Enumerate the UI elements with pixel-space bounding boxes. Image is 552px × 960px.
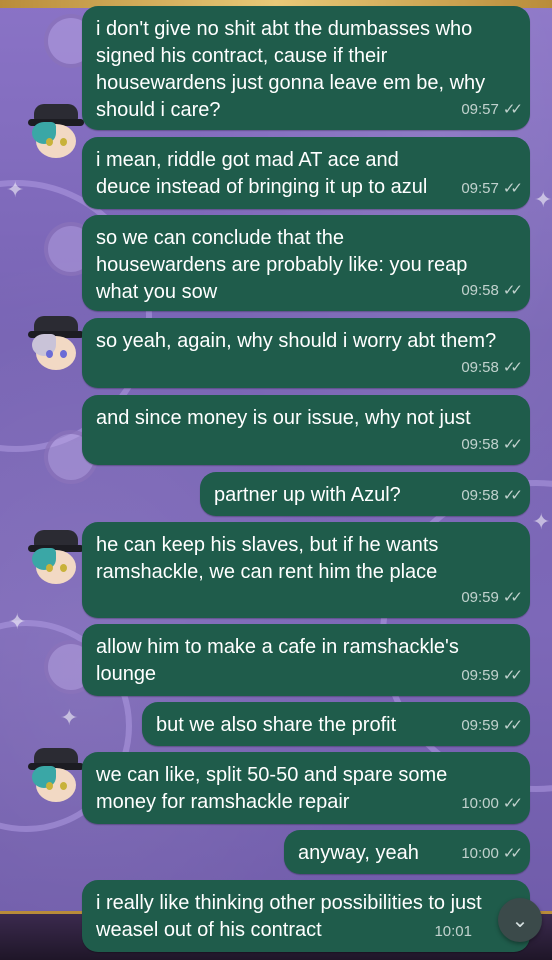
message-meta: 10:00 ✓✓ [461,840,523,867]
message-meta: 09:58 ✓✓ [461,431,523,458]
message-time: 10:01 [434,923,472,940]
message-meta: 09:58 ✓✓ [461,354,523,381]
message-meta: 09:57 ✓✓ [461,96,523,123]
message-meta: 09:59 ✓✓ [461,662,523,689]
message-meta: 10:01 [434,918,472,945]
avatar-sticker [28,104,84,164]
message-meta: 09:58 ✓✓ [461,277,523,304]
avatar-eye [46,138,53,146]
message-bubble[interactable]: allow him to make a cafe in ramshackle's… [82,624,530,696]
message-bubble[interactable]: i mean, riddle got mad AT ace and deuce … [82,137,530,209]
message-text: he can keep his slaves, but if he wants … [96,534,439,583]
message-bubble[interactable]: i really like thinking other possibiliti… [82,880,530,952]
double-check-icon: ✓✓ [502,794,523,812]
message-text: and since money is our issue, why not ju… [96,407,471,429]
sparkle-icon: ✦ [6,178,25,203]
double-check-icon: ✓✓ [502,281,523,299]
sparkle-icon: ✦ [534,188,552,213]
message-text: but we also share the profit [156,714,397,736]
message-text: i don't give no shit abt the dumbasses w… [96,18,486,121]
message-text: i mean, riddle got mad AT ace and deuce … [96,149,428,198]
message-text: allow him to make a cafe in ramshackle's… [96,636,459,685]
double-check-icon: ✓✓ [502,716,523,734]
message-meta: 09:58 ✓✓ [461,482,523,509]
message-text: partner up with Azul? [214,484,401,506]
double-check-icon: ✓✓ [502,100,523,118]
message-bubble[interactable]: anyway, yeah 10:00 ✓✓ [284,830,530,874]
avatar-eye [46,782,53,790]
avatar-sticker [28,748,84,808]
avatar-eye [60,782,67,790]
message-time: 09:59 [461,589,499,606]
message-time: 10:00 [461,795,499,812]
message-text: anyway, yeah [298,842,419,864]
message-time: 09:58 [461,359,499,376]
avatar-eye [46,350,53,358]
sparkle-icon: ✦ [60,706,79,731]
chevron-double-down-icon: ⌄ [511,908,529,932]
message-time: 09:57 [461,101,499,118]
scroll-to-bottom-button[interactable]: ⌄ [498,898,542,942]
message-bubble[interactable]: he can keep his slaves, but if he wants … [82,522,530,618]
message-time: 10:00 [461,845,499,862]
message-meta: 10:00 ✓✓ [461,790,523,817]
message-bubble[interactable]: i don't give no shit abt the dumbasses w… [82,6,530,130]
message-time: 09:59 [461,717,499,734]
avatar-eye [60,138,67,146]
avatar-eye [46,564,53,572]
message-time: 09:57 [461,180,499,197]
message-meta: 09:59 ✓✓ [461,712,523,739]
message-time: 09:59 [461,667,499,684]
message-time: 09:58 [461,436,499,453]
double-check-icon: ✓✓ [502,844,523,862]
double-check-icon: ✓✓ [502,358,523,376]
double-check-icon: ✓✓ [502,486,523,504]
message-text: we can like, split 50-50 and spare some … [96,764,448,813]
message-meta: 09:57 ✓✓ [461,175,523,202]
avatar-sticker [28,316,84,376]
avatar-eye [60,350,67,358]
message-bubble[interactable]: we can like, split 50-50 and spare some … [82,752,530,824]
message-time: 09:58 [461,282,499,299]
double-check-icon: ✓✓ [502,179,523,197]
message-meta: 09:59 ✓✓ [461,584,523,611]
avatar-sticker [28,530,84,590]
message-text: so yeah, again, why should i worry abt t… [96,330,497,352]
message-time: 09:58 [461,487,499,504]
double-check-icon: ✓✓ [502,588,523,606]
sparkle-icon: ✦ [532,510,551,535]
sparkle-icon: ✦ [8,610,27,635]
message-bubble[interactable]: so we can conclude that the housewardens… [82,215,530,311]
double-check-icon: ✓✓ [502,435,523,453]
message-bubble[interactable]: partner up with Azul? 09:58 ✓✓ [200,472,530,516]
message-text: so we can conclude that the housewardens… [96,227,468,303]
message-bubble[interactable]: and since money is our issue, why not ju… [82,395,530,465]
message-bubble[interactable]: so yeah, again, why should i worry abt t… [82,318,530,388]
avatar-eye [60,564,67,572]
message-bubble[interactable]: but we also share the profit 09:59 ✓✓ [142,702,530,746]
double-check-icon: ✓✓ [502,666,523,684]
